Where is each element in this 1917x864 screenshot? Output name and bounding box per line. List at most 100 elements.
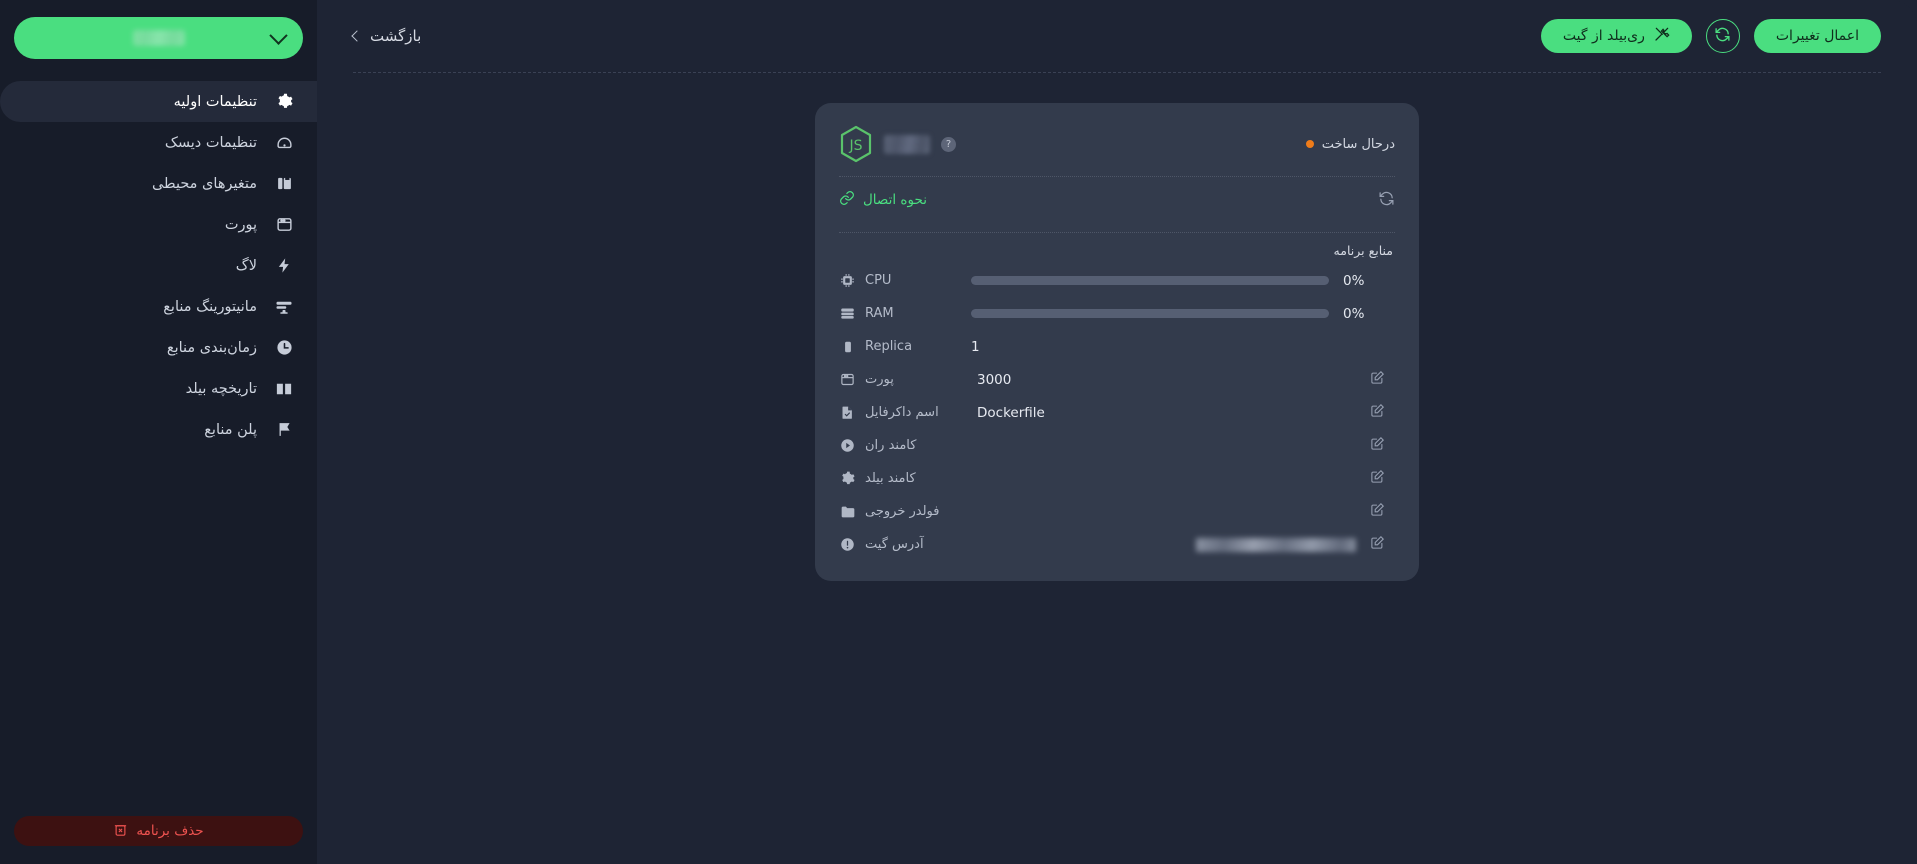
connection-link[interactable]: نحوه اتصال [839,190,927,210]
sidebar-item-label: زمان‌بندی منابع [166,339,257,356]
setting-row-port: پورت 3000 [839,363,1395,396]
setting-row-output-folder: فولدر خروجی [839,495,1395,528]
folder-icon [839,504,856,520]
window-icon [839,372,856,387]
disk-icon [271,134,297,151]
sidebar-item-label: لاگ [235,257,257,274]
setting-label: کامند بیلد [865,471,916,486]
setting-label: پورت [865,372,894,387]
variables-icon [271,175,297,192]
status-dot-orange [1305,140,1314,148]
flag-icon [271,421,297,438]
refresh-icon [1714,26,1731,46]
connection-label: نحوه اتصال [863,192,927,208]
resource-label: Replica [865,339,913,354]
sidebar-item-disk-settings[interactable]: تنظیمات دیسک [0,122,317,163]
rebuild-from-git-button[interactable]: ری‌بیلد از گیت [1540,19,1692,53]
setting-label: کامند ران [865,438,917,453]
apply-changes-label: اعمال تغییرات [1775,28,1859,44]
edit-pencil-icon[interactable] [1370,436,1385,455]
ram-progress-bar [971,309,1329,318]
back-button[interactable]: بازگشت [351,27,422,45]
setting-row-build-command: کامند بیلد [839,462,1395,495]
sidebar-item-resource-scheduling[interactable]: زمان‌بندی منابع [0,327,317,368]
toolbar: بازگشت ری‌بیلد از گیت اعمال تغییرات [317,0,1917,72]
tools-icon [1654,26,1670,46]
setting-row-run-command: کامند ران [839,429,1395,462]
sidebar-item-log[interactable]: لاگ [0,245,317,286]
cpu-progress-bar [971,276,1329,285]
status-label: درحال ساخت [1321,136,1395,152]
sidebar-item-resource-monitoring[interactable]: مانیتورینگ منابع [0,286,317,327]
port-icon [271,216,297,233]
sidebar-item-resource-plan[interactable]: پلن منابع [0,409,317,450]
sidebar-item-label: تنظیمات اولیه [173,93,257,110]
chevron-down-icon [269,25,288,45]
gear-icon [271,93,297,110]
trash-x-icon [113,822,128,841]
project-name-redacted [45,30,272,46]
main-content: بازگشت ری‌بیلد از گیت اعمال تغییرات [317,0,1917,864]
setting-row-git-address: آدرس گیت [839,528,1395,561]
delete-app-button[interactable]: حذف برنامه [14,816,303,846]
resource-label: CPU [865,273,892,288]
replica-value: 1 [971,338,980,355]
git-address-redacted [1196,537,1356,552]
status-badge: درحال ساخت [1305,136,1395,152]
nodejs-js-icon: JS [839,125,873,163]
setting-label: آدرس گیت [865,537,924,552]
sidebar-item-label: تاریخچه بیلد [185,380,257,397]
sidebar-item-label: تنظیمات دیسک [164,134,257,151]
toolbar-actions: ری‌بیلد از گیت اعمال تغییرات [1540,19,1881,53]
setting-row-dockerfile-name: اسم داکرفایل Dockerfile [839,396,1395,429]
sidebar-item-build-history[interactable]: تاریخچه بیلد [0,368,317,409]
apply-changes-button[interactable]: اعمال تغییرات [1753,19,1881,53]
back-label: بازگشت [370,27,422,45]
file-check-icon [839,405,856,420]
gear-icon [839,471,856,486]
app-name-redacted [884,134,930,154]
book-icon [271,380,297,398]
edit-pencil-icon[interactable] [1370,502,1385,521]
refresh-button[interactable] [1705,19,1740,53]
setting-label: اسم داکرفایل [865,405,939,420]
ram-value: 0% [1343,305,1365,322]
resource-label: RAM [865,306,894,321]
project-selector[interactable] [14,17,303,59]
chevron-left-icon [351,30,363,42]
sidebar-item-port[interactable]: پورت [0,204,317,245]
sidebar-item-env-variables[interactable]: متغیرهای محیطی [0,163,317,204]
sidebar-nav: تنظیمات اولیه تنظیمات دیسک متغیرهای محیط… [0,81,317,450]
card-container: JS ? درحال ساخت نحوه اتصال منابع برنامه … [317,73,1917,581]
sidebar-item-label: مانیتورینگ منابع [163,298,257,315]
resource-row-cpu: CPU 0% [839,264,1395,297]
edit-pencil-icon[interactable] [1370,469,1385,488]
info-icon [839,537,856,552]
delete-app-label: حذف برنامه [136,823,204,839]
card-header: JS ? درحال ساخت [839,121,1395,167]
edit-pencil-icon[interactable] [1370,370,1385,389]
app-root: تنظیمات اولیه تنظیمات دیسک متغیرهای محیط… [0,0,1917,864]
app-settings-card: JS ? درحال ساخت نحوه اتصال منابع برنامه … [815,103,1419,581]
connection-row: نحوه اتصال [839,177,1395,223]
app-identity: JS ? [839,125,956,163]
rebuild-label: ری‌بیلد از گیت [1562,28,1645,44]
sidebar-item-initial-settings[interactable]: تنظیمات اولیه [0,81,317,122]
edit-pencil-icon[interactable] [1370,403,1385,422]
ram-icon [839,306,856,321]
sidebar-item-label: پورت [224,216,257,233]
dockerfile-value: Dockerfile [977,404,1045,421]
sidebar: تنظیمات اولیه تنظیمات دیسک متغیرهای محیط… [0,0,317,864]
svg-text:JS: JS [848,138,862,154]
play-circle-icon [839,438,856,453]
card-refresh-icon[interactable] [1378,190,1395,211]
edit-pencil-icon[interactable] [1370,535,1385,554]
replica-icon [839,340,856,354]
port-value: 3000 [977,371,1012,388]
bolt-icon [271,257,297,274]
cpu-value: 0% [1343,272,1365,289]
setting-label: فولدر خروجی [865,504,940,519]
cpu-icon [839,273,856,288]
resource-row-ram: RAM 0% [839,297,1395,330]
question-mark-icon[interactable]: ? [941,136,956,152]
